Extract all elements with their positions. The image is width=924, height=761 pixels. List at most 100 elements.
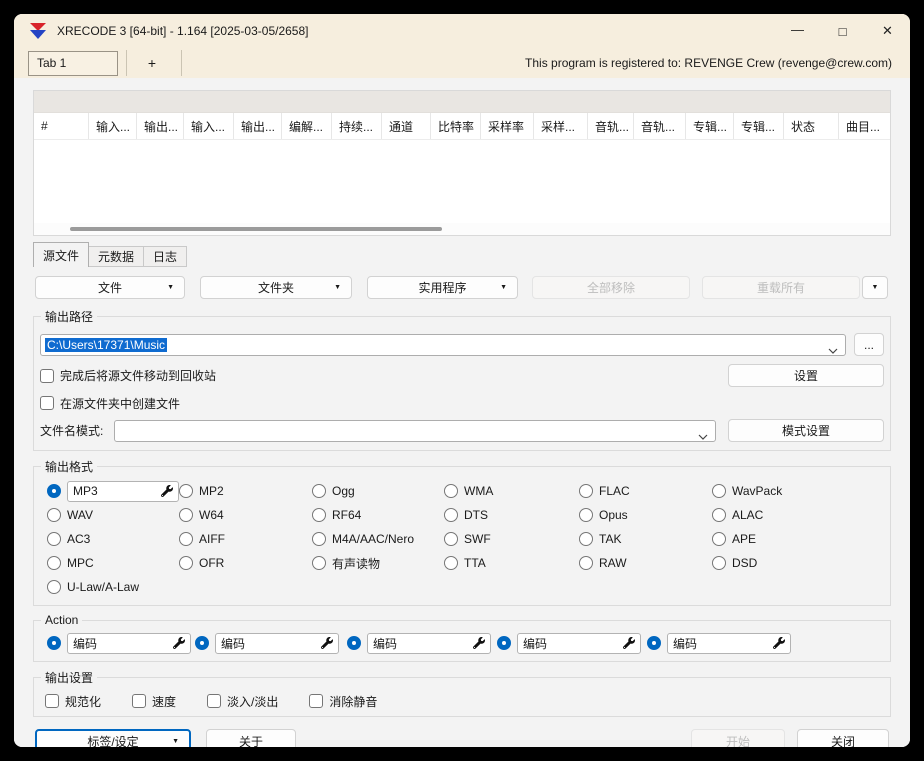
format-option[interactable]: WMA bbox=[444, 479, 579, 503]
format-option[interactable]: RF64 bbox=[312, 503, 444, 527]
scrollbar-thumb[interactable] bbox=[70, 227, 442, 231]
wrench-icon[interactable] bbox=[773, 637, 785, 649]
chevron-down-icon[interactable] bbox=[698, 429, 708, 443]
chevron-down-icon[interactable] bbox=[828, 343, 838, 357]
encode-option-box[interactable]: 编码 bbox=[215, 633, 339, 654]
action-option-encode[interactable]: 编码 bbox=[347, 631, 497, 655]
minimize-button[interactable]: — bbox=[775, 14, 820, 48]
table-column-header[interactable]: 输出... bbox=[234, 113, 282, 139]
table-column-header[interactable]: 输入... bbox=[184, 113, 234, 139]
action-option-encode[interactable]: 编码 bbox=[497, 631, 647, 655]
format-option[interactable]: DSD bbox=[712, 551, 884, 575]
horizontal-scrollbar[interactable] bbox=[34, 223, 890, 235]
format-option-label: Ogg bbox=[332, 484, 355, 498]
table-column-header[interactable]: 比特率 bbox=[431, 113, 481, 139]
browse-button[interactable]: ... bbox=[854, 333, 884, 356]
table-column-header[interactable]: 音轨... bbox=[634, 113, 686, 139]
format-option[interactable]: ALAC bbox=[712, 503, 884, 527]
move-to-recycle-checkbox[interactable]: 完成后将源文件移动到回收站 bbox=[40, 367, 216, 384]
format-option[interactable]: DTS bbox=[444, 503, 579, 527]
more-options-button[interactable]: ▼ bbox=[862, 276, 888, 299]
table-column-header[interactable]: 持续... bbox=[332, 113, 382, 139]
tags-settings-button[interactable]: 标签/设定 ▼ bbox=[35, 729, 191, 747]
action-option-encode[interactable]: 编码 bbox=[647, 631, 884, 655]
table-column-header[interactable]: 通道 bbox=[382, 113, 431, 139]
start-label: 开始 bbox=[726, 733, 750, 748]
file-menu-button[interactable]: 文件 ▼ bbox=[35, 276, 185, 299]
format-option-label: M4A/AAC/Nero bbox=[332, 532, 414, 546]
output-setting-checkbox[interactable]: 淡入/淡出 bbox=[207, 693, 278, 710]
close-icon: ✕ bbox=[882, 23, 893, 39]
table-column-header[interactable]: 音轨... bbox=[588, 113, 634, 139]
action-option-encode[interactable]: 编码 bbox=[195, 631, 347, 655]
table-column-header[interactable]: 曲目... bbox=[839, 113, 890, 139]
column-label: 输出... bbox=[144, 118, 178, 135]
wrench-icon[interactable] bbox=[161, 485, 173, 497]
output-setting-checkbox[interactable]: 消除静音 bbox=[309, 693, 377, 710]
format-option[interactable]: TTA bbox=[444, 551, 579, 575]
format-option[interactable]: SWF bbox=[444, 527, 579, 551]
encode-option-label: 编码 bbox=[221, 635, 245, 652]
table-column-header[interactable]: 专辑... bbox=[734, 113, 784, 139]
close-window-button[interactable]: 关闭 bbox=[797, 729, 889, 747]
format-option[interactable]: RAW bbox=[579, 551, 712, 575]
format-option[interactable]: 有声读物 bbox=[312, 551, 444, 575]
table-column-header[interactable]: 输入... bbox=[89, 113, 137, 139]
create-in-source-checkbox[interactable]: 在源文件夹中创建文件 bbox=[40, 395, 180, 412]
format-option[interactable]: AC3 bbox=[47, 527, 179, 551]
view-tab[interactable]: 元数据 bbox=[88, 246, 144, 267]
output-path-combobox[interactable]: C:\Users\17371\Music bbox=[40, 334, 846, 356]
format-option[interactable]: U-Law/A-Law bbox=[47, 575, 179, 599]
table-column-header[interactable]: 输出... bbox=[137, 113, 184, 139]
wrench-icon[interactable] bbox=[473, 637, 485, 649]
format-option[interactable]: OFR bbox=[179, 551, 312, 575]
pattern-settings-button[interactable]: 模式设置 bbox=[728, 419, 884, 442]
close-button[interactable]: ✕ bbox=[865, 14, 910, 48]
radio-icon bbox=[179, 532, 193, 546]
table-body[interactable] bbox=[34, 140, 890, 223]
settings-button[interactable]: 设置 bbox=[728, 364, 884, 387]
reload-all-label: 重载所有 bbox=[757, 279, 805, 296]
table-column-header[interactable]: 采样... bbox=[534, 113, 588, 139]
encode-option-box[interactable]: 编码 bbox=[367, 633, 491, 654]
table-column-header[interactable]: 状态 bbox=[784, 113, 839, 139]
view-tab[interactable]: 日志 bbox=[143, 246, 187, 267]
format-option-label: FLAC bbox=[599, 484, 630, 498]
format-option[interactable]: AIFF bbox=[179, 527, 312, 551]
utilities-menu-button[interactable]: 实用程序 ▼ bbox=[367, 276, 518, 299]
wrench-icon[interactable] bbox=[623, 637, 635, 649]
add-tab-button[interactable]: + bbox=[131, 50, 173, 76]
wrench-icon[interactable] bbox=[321, 637, 333, 649]
table-column-header[interactable]: 采样率 bbox=[481, 113, 534, 139]
table-column-header[interactable]: # bbox=[34, 113, 89, 139]
view-tab[interactable]: 源文件 bbox=[33, 242, 89, 267]
table-column-header[interactable]: 专辑... bbox=[686, 113, 734, 139]
format-option[interactable]: M4A/AAC/Nero bbox=[312, 527, 444, 551]
format-option[interactable]: MPC bbox=[47, 551, 179, 575]
encode-option-box[interactable]: 编码 bbox=[667, 633, 791, 654]
output-setting-checkbox[interactable]: 规范化 bbox=[45, 693, 101, 710]
format-option[interactable]: Ogg bbox=[312, 479, 444, 503]
format-option[interactable]: FLAC bbox=[579, 479, 712, 503]
tab-1[interactable]: Tab 1 bbox=[28, 51, 118, 76]
maximize-button[interactable]: □ bbox=[820, 14, 865, 48]
format-option[interactable]: Opus bbox=[579, 503, 712, 527]
format-option[interactable]: MP2 bbox=[179, 479, 312, 503]
output-setting-checkbox[interactable]: 速度 bbox=[132, 693, 176, 710]
format-option[interactable]: TAK bbox=[579, 527, 712, 551]
settings-label: 设置 bbox=[794, 367, 818, 384]
table-column-header[interactable]: 编解... bbox=[282, 113, 332, 139]
format-option[interactable]: W64 bbox=[179, 503, 312, 527]
encode-option-box[interactable]: 编码 bbox=[517, 633, 641, 654]
encode-option-box[interactable]: 编码 bbox=[67, 633, 191, 654]
format-option[interactable]: APE bbox=[712, 527, 884, 551]
format-option[interactable]: WavPack bbox=[712, 479, 884, 503]
mp3-option-box[interactable]: MP3 bbox=[67, 481, 179, 502]
format-option-mp3[interactable]: MP3 bbox=[47, 479, 179, 503]
wrench-icon[interactable] bbox=[173, 637, 185, 649]
action-option-encode[interactable]: 编码 bbox=[47, 631, 195, 655]
filename-pattern-combobox[interactable] bbox=[114, 420, 716, 442]
format-option[interactable]: WAV bbox=[47, 503, 179, 527]
about-button[interactable]: 关于 bbox=[206, 729, 296, 747]
folder-menu-button[interactable]: 文件夹 ▼ bbox=[200, 276, 352, 299]
